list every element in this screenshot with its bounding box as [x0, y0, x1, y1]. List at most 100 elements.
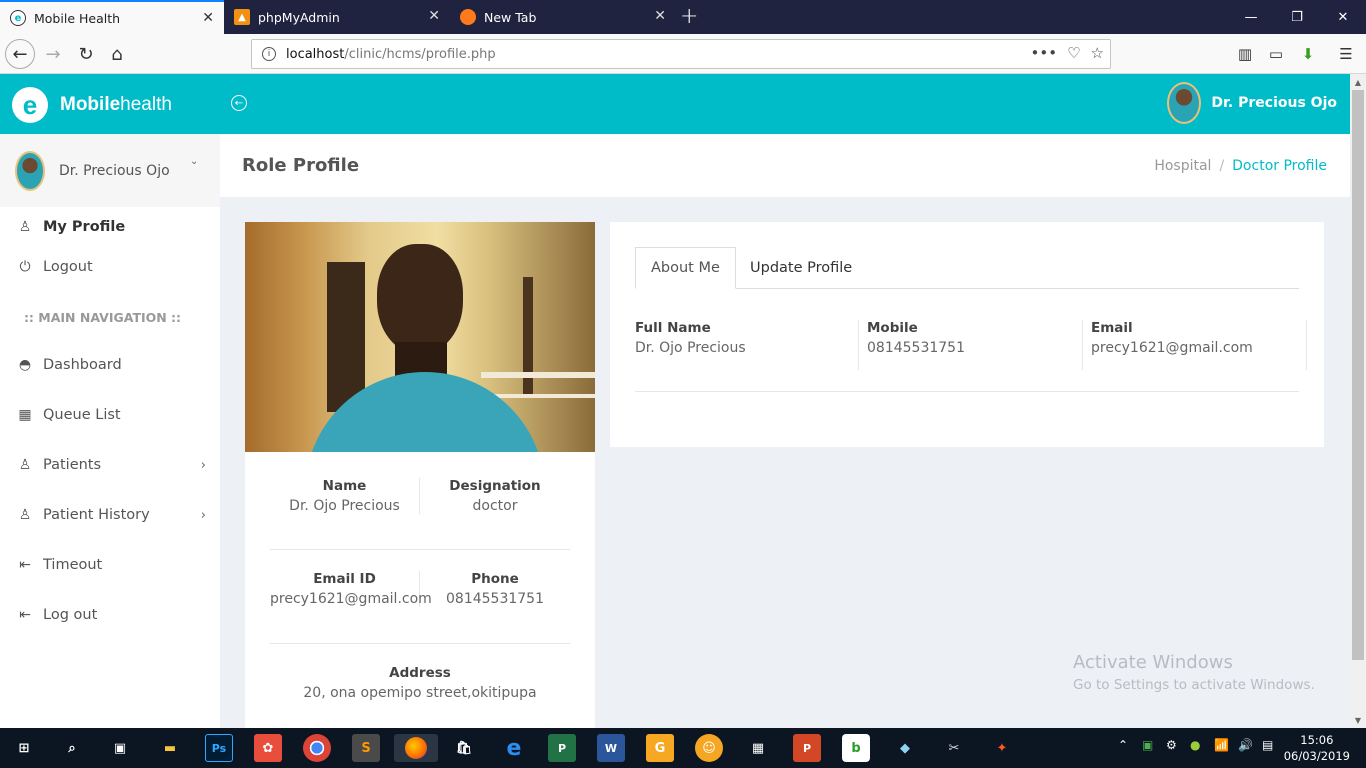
brand-name-bold: Mobile	[60, 94, 121, 115]
browser-tab-bar: e Mobile Health ✕ ▲ phpMyAdmin ✕ New Tab…	[0, 0, 1366, 34]
app-b-icon[interactable]: b	[842, 734, 870, 762]
dashboard-icon: ◓	[18, 357, 32, 373]
chevron-down-icon[interactable]: ⌄	[190, 156, 198, 167]
address-label: Address	[389, 665, 451, 681]
sublime-text-icon[interactable]: S	[352, 734, 380, 762]
mobile-value: 08145531751	[867, 340, 965, 356]
firefox-favicon-icon	[460, 9, 476, 25]
app-header: e Mobilehealth ← Dr. Precious Ojo	[0, 74, 1350, 134]
taskbar-clock[interactable]: 15:06 06/03/2019	[1284, 732, 1350, 764]
clock-time: 15:06	[1300, 733, 1334, 747]
calculator-icon[interactable]: ▦	[744, 734, 772, 762]
tray-app-icon[interactable]: ⚙	[1166, 738, 1177, 752]
close-tab-icon[interactable]: ✕	[202, 10, 214, 26]
snipping-tool-icon[interactable]: ✂	[940, 734, 968, 762]
tray-app-icon[interactable]: ▣	[1142, 738, 1153, 752]
tab-update-profile[interactable]: Update Profile	[735, 247, 867, 289]
tab-about-me[interactable]: About Me	[635, 247, 736, 289]
show-hidden-icons-icon[interactable]: ⌃	[1118, 738, 1128, 752]
uc-browser-icon[interactable]: ☺	[695, 734, 723, 762]
close-tab-icon[interactable]: ✕	[428, 8, 440, 24]
sidebar-item-label: Patients	[43, 457, 102, 473]
browser-tab-mobile-health[interactable]: e Mobile Health ✕	[0, 0, 224, 34]
search-icon[interactable]: ⌕	[58, 734, 86, 762]
scroll-up-icon[interactable]: ▲	[1350, 74, 1366, 90]
menu-hamburger-icon[interactable]: ☰	[1334, 42, 1358, 66]
new-tab-plus-icon[interactable]: +	[680, 4, 698, 29]
sidebar-item-my-profile[interactable]: ♙ My Profile	[0, 207, 220, 247]
phone-value: 08145531751	[446, 591, 544, 607]
app-fire-icon[interactable]: ✦	[988, 734, 1016, 762]
email-field: Email precy1621@gmail.com	[1083, 320, 1307, 370]
address-value: 20, ona opemipo street,okitipupa	[303, 685, 537, 701]
photoshop-icon[interactable]: Ps	[205, 734, 233, 762]
edge-icon[interactable]: e	[500, 734, 528, 762]
pocket-icon[interactable]: ♡	[1067, 44, 1080, 62]
windows-taskbar: ⊞ ⌕ ▣ ▬ Ps ✿ S 🛍 e P W G ☺ ▦ P b ◆ ✂ ✦ ⌃…	[0, 728, 1366, 768]
breadcrumb-hospital[interactable]: Hospital	[1154, 158, 1211, 174]
home-icon[interactable]: ⌂	[102, 39, 132, 69]
url-bar[interactable]: i localhost/clinic/hcms/profile.php ••• …	[251, 39, 1111, 69]
sidebar-toggle-icon[interactable]: ▭	[1264, 42, 1288, 66]
download-icon[interactable]: ⬇	[1296, 42, 1320, 66]
site-info-icon[interactable]: i	[262, 47, 276, 61]
app-g-icon[interactable]: G	[646, 734, 674, 762]
paint-app-icon[interactable]: ✿	[254, 734, 282, 762]
header-user-menu[interactable]: Dr. Precious Ojo	[1167, 82, 1337, 124]
phone-field: Phone 08145531751	[420, 571, 570, 607]
task-view-icon[interactable]: ▣	[106, 734, 134, 762]
scroll-down-icon[interactable]: ▼	[1350, 712, 1366, 728]
project-icon[interactable]: P	[548, 734, 576, 762]
breadcrumb-doctor-profile: Doctor Profile	[1232, 158, 1327, 174]
about-fields: Full Name Dr. Ojo Precious Mobile 081455…	[635, 320, 1307, 370]
network-icon[interactable]: 📶	[1214, 738, 1229, 752]
sidebar-item-logout[interactable]: ⏻ Logout	[0, 247, 220, 287]
sidebar-item-label: Patient History	[43, 507, 150, 523]
users-icon: ♙	[18, 457, 32, 473]
sidebar-item-log-out[interactable]: ⇤ Log out	[0, 595, 220, 635]
close-window-icon[interactable]: ✕	[1320, 0, 1366, 34]
designation-field: Designation doctor	[420, 478, 570, 514]
brand-name-light: health	[120, 94, 172, 115]
sidebar-item-queue-list[interactable]: ▦ Queue List	[0, 395, 220, 435]
chrome-icon[interactable]	[303, 734, 331, 762]
close-tab-icon[interactable]: ✕	[654, 8, 666, 24]
library-icon[interactable]: ▥	[1233, 42, 1257, 66]
chevron-right-icon: ›	[200, 457, 206, 473]
word-icon[interactable]: W	[597, 734, 625, 762]
firefox-icon[interactable]	[394, 734, 438, 762]
volume-icon[interactable]: 🔊	[1238, 738, 1253, 752]
back-arrow-icon[interactable]: ←	[5, 39, 35, 69]
sidebar-item-timeout[interactable]: ⇤ Timeout	[0, 545, 220, 585]
profile-photo	[245, 222, 595, 452]
email-id-label: Email ID	[313, 571, 376, 587]
notifications-icon[interactable]: ▤	[1262, 738, 1273, 752]
store-icon[interactable]: 🛍	[450, 734, 478, 762]
chevron-right-icon: ›	[200, 507, 206, 523]
app-glass-icon[interactable]: ◆	[891, 734, 919, 762]
sidebar-item-dashboard[interactable]: ◓ Dashboard	[0, 345, 220, 385]
sidebar-item-patients[interactable]: ♙ Patients ›	[0, 445, 220, 485]
browser-tab-new-tab[interactable]: New Tab ✕	[450, 0, 676, 34]
reload-icon[interactable]: ↻	[71, 39, 101, 69]
brand-logo[interactable]: e Mobilehealth	[12, 87, 172, 123]
forward-arrow-icon[interactable]: →	[38, 39, 68, 69]
collapse-sidebar-icon[interactable]: ←	[231, 95, 247, 111]
page-scrollbar[interactable]: ▲ ▼	[1350, 74, 1366, 728]
sidebar-user-panel[interactable]: Dr. Precious Ojo ⌄	[0, 134, 220, 207]
restore-window-icon[interactable]: ❐	[1274, 0, 1320, 34]
browser-tab-phpmyadmin[interactable]: ▲ phpMyAdmin ✕	[224, 0, 450, 34]
windows-start-icon[interactable]: ⊞	[10, 734, 38, 762]
powerpoint-icon[interactable]: P	[793, 734, 821, 762]
bookmark-star-icon[interactable]: ☆	[1091, 44, 1104, 62]
minimize-window-icon[interactable]: —	[1228, 0, 1274, 34]
page-actions-icon[interactable]: •••	[1031, 44, 1058, 62]
file-explorer-icon[interactable]: ▬	[156, 734, 184, 762]
tray-app-icon[interactable]: ●	[1190, 738, 1200, 752]
sidebar-item-patient-history[interactable]: ♙ Patient History ›	[0, 495, 220, 535]
scrollbar-thumb[interactable]	[1352, 90, 1364, 660]
name-field: Name Dr. Ojo Precious	[270, 478, 420, 514]
phone-label: Phone	[471, 571, 519, 587]
watermark-title: Activate Windows	[1073, 652, 1233, 673]
sidebar-item-label: Timeout	[43, 557, 103, 573]
